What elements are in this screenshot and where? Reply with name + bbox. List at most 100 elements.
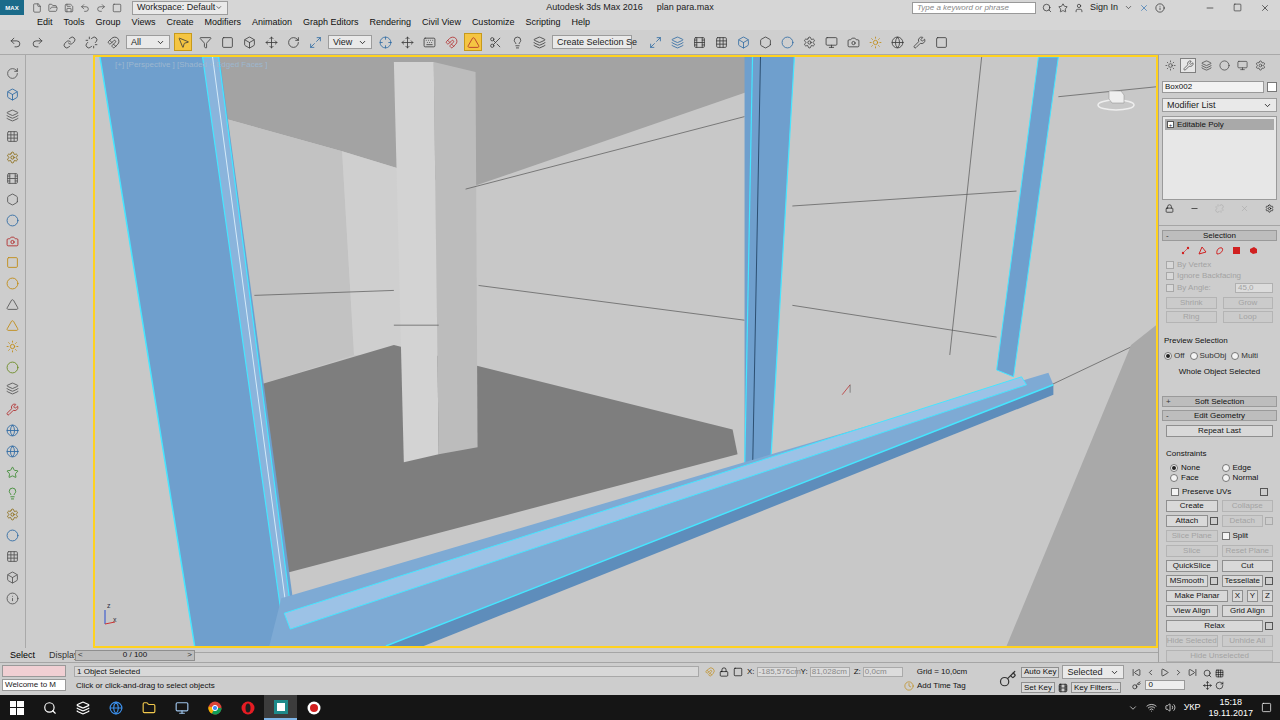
settings-button[interactable] [1265,517,1273,525]
zoom-icon[interactable] [1203,669,1212,678]
user-icon[interactable] [1074,3,1084,13]
selection-filter[interactable]: All [126,35,170,49]
radio-button[interactable] [1170,474,1178,482]
settings-button[interactable] [1265,622,1273,630]
unlink[interactable] [82,33,100,51]
reference-coordinate-system[interactable]: View [328,35,372,49]
rollout-header[interactable]: +Soft Selection [1162,396,1277,407]
menu-item[interactable]: Graph Editors [303,18,359,27]
panel-button[interactable]: Grow [1223,297,1274,309]
search-icon[interactable] [1042,3,1052,13]
tool-icon[interactable] [6,67,19,80]
close-icon[interactable] [1260,3,1270,13]
tool-icon[interactable] [6,256,19,269]
volume-icon[interactable] [1165,702,1176,713]
tool-icon[interactable] [6,571,19,584]
tool-icon[interactable] [6,319,19,332]
network-icon[interactable] [1146,702,1157,713]
play-icon[interactable] [1160,668,1169,677]
help-icon[interactable] [1155,3,1165,13]
tool-icon[interactable] [6,445,19,458]
project-icon[interactable] [112,3,122,13]
taskbar-app[interactable] [99,695,132,720]
keyboard-shortcut[interactable] [420,33,438,51]
select-and-move[interactable] [262,33,280,51]
radio-button[interactable] [1164,352,1172,360]
panel-tab[interactable] [1252,58,1268,73]
orbit-icon[interactable] [1215,681,1224,690]
axis-button[interactable]: Z [1262,590,1273,602]
tool-icon[interactable] [6,592,19,605]
menu-item[interactable]: Modifiers [204,18,241,27]
maximize-icon[interactable] [1233,3,1242,12]
panel-button[interactable]: View Align [1166,605,1218,617]
taskbar-app[interactable] [231,695,264,720]
make-unique-icon[interactable] [1215,204,1224,213]
panel-tab[interactable] [1180,58,1196,73]
settings-button[interactable] [1260,488,1268,496]
tool-icon[interactable] [6,424,19,437]
taskbar-app[interactable] [0,695,33,720]
tool-icon[interactable] [6,109,19,122]
angle-spinner[interactable]: 45,0 [1235,283,1273,293]
render-iterative[interactable] [866,33,884,51]
tool-icon[interactable] [6,298,19,311]
set-keys-icon[interactable] [999,670,1017,688]
tool-icon[interactable] [6,382,19,395]
taskbar-app[interactable] [132,695,165,720]
tool-icon[interactable] [6,172,19,185]
tool-icon[interactable] [6,151,19,164]
exchange-icon[interactable] [1139,3,1149,13]
explorer-icon[interactable] [142,701,156,715]
vertex-icon[interactable] [1181,246,1190,255]
redo-icon[interactable] [96,3,106,13]
task-view-icon[interactable] [76,701,90,715]
add-time-tag[interactable]: Add Time Tag [917,682,966,690]
tool-icon[interactable] [6,361,19,374]
search-field[interactable]: Type a keyword or phrase [912,2,1036,14]
menu-item[interactable]: Edit [37,18,53,27]
pin-stack-icon[interactable] [1165,204,1174,213]
key-icon[interactable] [1058,683,1068,693]
modifier-list[interactable]: Modifier List [1162,98,1277,112]
zoom-all-icon[interactable] [1215,669,1224,678]
taskbar-app[interactable] [66,695,99,720]
radio-button[interactable] [1231,352,1239,360]
border-icon[interactable] [1215,246,1224,255]
panel-button[interactable]: Cut [1222,560,1274,572]
maxscript-listener[interactable] [2,665,66,677]
panel-button[interactable]: Ring [1166,311,1217,323]
select-and-rotate[interactable] [284,33,302,51]
menu-item[interactable]: Customize [472,18,515,27]
selection-region[interactable] [218,33,236,51]
select-by-name[interactable] [196,33,214,51]
element-icon[interactable] [1249,246,1258,255]
frame-field[interactable]: 0 [1145,680,1185,690]
remove-modifier-icon[interactable] [1240,204,1249,213]
rollout-header[interactable]: -Selection [1162,230,1277,241]
bottom-tab[interactable]: Select [10,651,35,660]
minimize-icon[interactable] [1205,3,1215,13]
input-language[interactable]: УКР [1184,703,1201,712]
select-object[interactable] [174,33,192,51]
panel-button[interactable]: Reset Plane [1222,545,1274,557]
time-slider[interactable]: <0 / 100> [75,650,195,661]
checkbox[interactable] [1222,532,1230,540]
render-setup[interactable] [800,33,818,51]
curve-editor[interactable] [734,33,752,51]
radio-button[interactable] [1222,474,1230,482]
snaps-toggle[interactable] [442,33,460,51]
tool-icon[interactable] [6,508,19,521]
material-editor[interactable] [778,33,796,51]
taskbar-app[interactable] [198,695,231,720]
coordinate-field[interactable]: -185,576cm [757,667,797,677]
rollout-header[interactable]: -Edit Geometry [1162,410,1277,421]
panel-button[interactable]: Unhide All [1222,635,1274,647]
previous-frame-icon[interactable] [1146,668,1155,677]
viewcube-icon[interactable] [1096,85,1136,113]
mirror[interactable] [646,33,664,51]
taskbar-app[interactable] [264,695,297,720]
align[interactable] [668,33,686,51]
layers[interactable] [690,33,708,51]
configure-sets-icon[interactable] [1265,204,1274,213]
